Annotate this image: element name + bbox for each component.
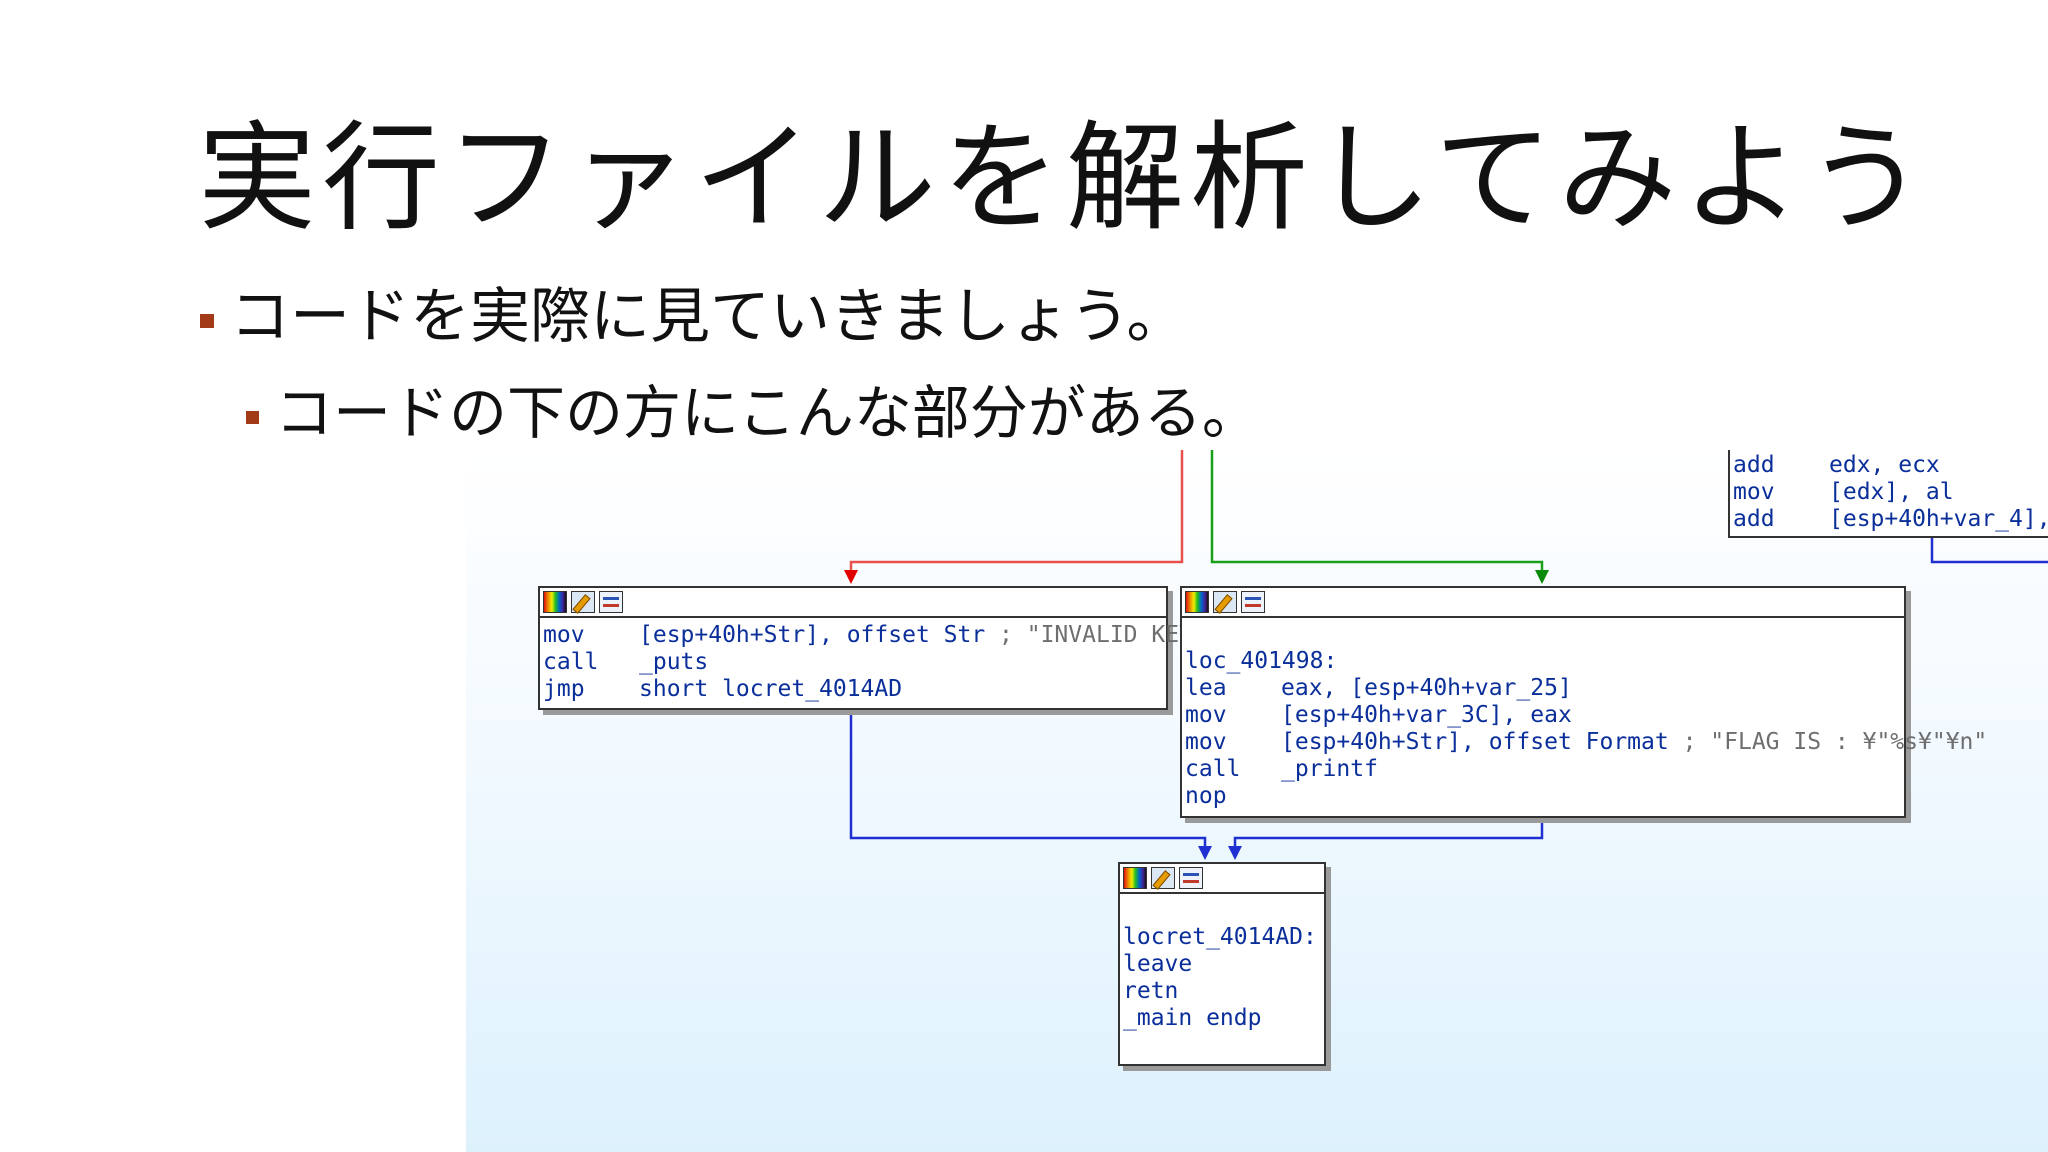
- code-text: retn: [1123, 978, 1179, 1004]
- mnemonic: mov: [1733, 479, 1775, 505]
- mnemonic: mov: [1185, 729, 1227, 755]
- mnemonic: call: [1185, 756, 1241, 782]
- asm-line: add edx, ecx: [1733, 452, 2046, 479]
- operands: eax, [esp+40h+var_25]: [1281, 675, 1572, 701]
- asm-line: jmp short locret_4014AD: [543, 676, 1162, 703]
- edit-icon[interactable]: [1213, 591, 1237, 613]
- bullet-square-icon: [200, 314, 214, 329]
- asm-line: mov [esp+40h+Str], offset Str ; "INVALID …: [543, 622, 1234, 649]
- bullet-text: コードを実際に見ていきましょう。: [230, 282, 1187, 352]
- asm-line: call _printf: [1185, 756, 1900, 783]
- slide-title: 実行ファイルを解析してみよう: [198, 109, 1931, 247]
- asm-line: locret_4014AD:: [1123, 924, 1320, 951]
- asm-line: leave: [1123, 951, 1320, 978]
- code-label: loc_401498:: [1185, 648, 1338, 674]
- mnemonic: lea: [1185, 675, 1227, 701]
- node-code: mov [esp+40h+Str], offset Str ; "INVALID …: [540, 618, 1234, 707]
- node-code: locret_4014AD: leave retn _main endp: [1120, 894, 1324, 1036]
- operands: short locret_4014AD: [639, 676, 903, 702]
- node-toolbar: [540, 588, 1166, 618]
- asm-node-invalid-key[interactable]: mov [esp+40h+Str], offset Str ; "INVALID …: [538, 586, 1234, 710]
- asm-node-exit[interactable]: locret_4014AD: leave retn _main endp: [1118, 862, 1326, 1066]
- edit-icon[interactable]: [571, 591, 595, 613]
- code-text: _main endp: [1123, 1005, 1262, 1031]
- mnemonic: mov: [1185, 702, 1227, 728]
- graph-icon[interactable]: [1123, 867, 1147, 889]
- edit-icon[interactable]: [1151, 867, 1175, 889]
- mnemonic: jmp: [543, 676, 585, 702]
- comment: ; "FLAG IS : ¥"%s¥"¥n": [1682, 729, 1988, 755]
- asm-node-flag[interactable]: loc_401498: lea eax, [esp+40h+var_25] mov…: [1180, 586, 1987, 818]
- edge-invalid-to-exit: [849, 708, 1207, 854]
- edge-arrow-flag: [1535, 570, 1549, 584]
- operands: [esp+40h+var_3C], eax: [1281, 702, 1572, 728]
- operands: [esp+40h+Str], offset Str: [639, 622, 986, 648]
- edge-top-right-out: [1930, 536, 2048, 564]
- asm-line: mov [edx], al: [1733, 479, 2046, 506]
- edge-to-flag: [1210, 450, 1544, 578]
- edge-arrow-exit-right: [1228, 846, 1242, 860]
- edge-arrow-invalid: [844, 570, 858, 584]
- node-code: add edx, ecx mov [edx], al add [esp+40h+var…: [1730, 450, 2048, 537]
- node-code: loc_401498: lea eax, [esp+40h+var_25] mov…: [1182, 618, 1987, 814]
- bullet-level2: コードの下の方にこんな部分がある。: [246, 366, 1260, 450]
- mnemonic: add: [1733, 506, 1775, 532]
- code-text: leave: [1123, 951, 1193, 977]
- asm-line: lea eax, [esp+40h+var_25]: [1185, 675, 1900, 702]
- asm-line: retn: [1123, 978, 1320, 1005]
- edge-flag-to-exit: [1233, 816, 1544, 854]
- operands: [edx], al: [1829, 479, 1954, 505]
- bullet-text: コードの下の方にこんな部分がある。: [275, 379, 1260, 447]
- node-toolbar: [1120, 864, 1324, 894]
- asm-line: mov [esp+40h+var_3C], eax: [1185, 702, 1900, 729]
- node-toolbar: [1182, 588, 1904, 618]
- ida-graph-view: add edx, ecx mov [edx], al add [esp+40h+var…: [466, 450, 2048, 1152]
- mnemonic: add: [1733, 452, 1775, 478]
- bullet-level1: コードを実際に見ていきましょう。: [200, 268, 1186, 355]
- asm-line: _main endp: [1123, 1005, 1320, 1032]
- mnemonic: mov: [543, 622, 585, 648]
- code-text: locret_4014AD:: [1123, 924, 1317, 950]
- xref-icon[interactable]: [1241, 591, 1265, 613]
- xref-icon[interactable]: [599, 591, 623, 613]
- edge-to-invalid: [849, 450, 1184, 578]
- asm-label: loc_401498:: [1185, 648, 1900, 675]
- xref-icon[interactable]: [1179, 867, 1203, 889]
- edge-arrow-exit-left: [1198, 846, 1212, 860]
- asm-line: nop: [1185, 783, 1900, 810]
- asm-line: add [esp+40h+var_4], 1: [1733, 506, 2048, 533]
- graph-icon[interactable]: [1185, 591, 1209, 613]
- operands: _puts: [639, 649, 709, 675]
- mnemonic: nop: [1185, 783, 1227, 809]
- asm-line: mov [esp+40h+Str], offset Format ; "FLAG …: [1185, 729, 1987, 756]
- operands: [esp+40h+var_4], 1: [1829, 506, 2048, 532]
- bullet-square-icon: [246, 411, 259, 425]
- mnemonic: call: [543, 649, 599, 675]
- asm-line: call _puts: [543, 649, 1162, 676]
- operands: _printf: [1281, 756, 1378, 782]
- asm-node-top-right[interactable]: add edx, ecx mov [edx], al add [esp+40h+var…: [1728, 450, 2048, 538]
- operands: [esp+40h+Str], offset Format: [1281, 729, 1669, 755]
- operands: edx, ecx: [1829, 452, 1940, 478]
- graph-icon[interactable]: [543, 591, 567, 613]
